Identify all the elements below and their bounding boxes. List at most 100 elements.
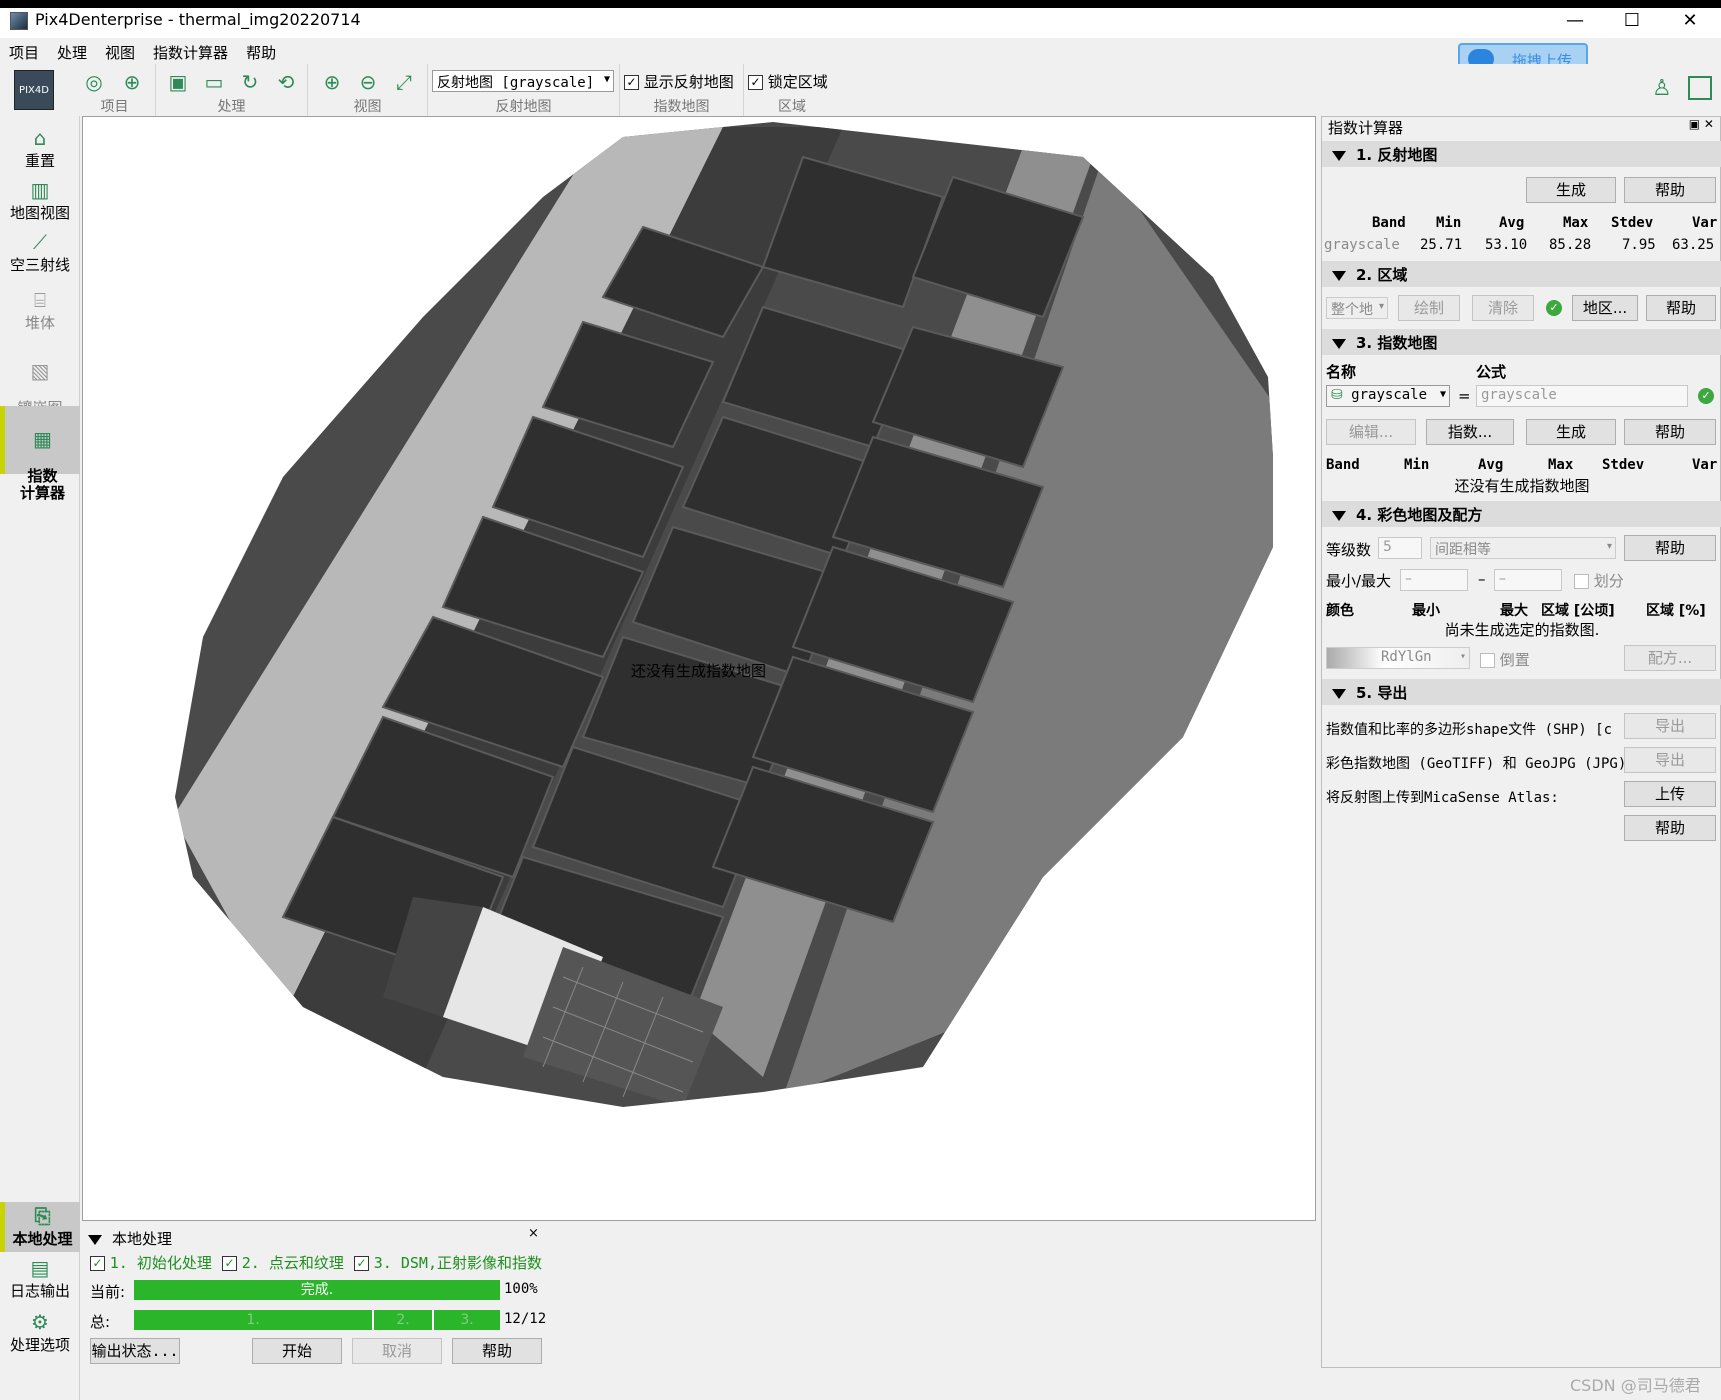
index-name-combo[interactable]: ⛁ grayscale ▼ — [1326, 385, 1450, 407]
index-calculator-panel: 指数计算器 ▣ ✕ 1. 反射地图 生成 帮助 Band Min Avg Max… — [1321, 116, 1721, 1368]
menu-view[interactable]: 视图 — [96, 38, 144, 63]
step-2[interactable]: ✓ 2. 点云和纹理 — [222, 1252, 344, 1273]
sidebar-item-index-calculator[interactable]: ▦ 指数 计算器 — [0, 406, 80, 502]
open-folder-icon[interactable]: ▭ — [202, 70, 226, 94]
colormap-help-button[interactable]: 帮助 — [1624, 535, 1716, 561]
panel-float-close-icons[interactable]: ▣ ✕ — [1689, 117, 1714, 131]
recipe-button[interactable]: 配方... — [1624, 645, 1716, 671]
fit-view-icon[interactable]: ⤢ — [392, 70, 416, 94]
checklist-icon[interactable]: ▣ — [166, 70, 190, 94]
zoom-in-icon[interactable]: ⊕ — [320, 70, 344, 94]
invert-checkbox[interactable] — [1480, 653, 1495, 668]
reprocess-icon[interactable]: ⟲ — [274, 70, 298, 94]
step-3-label: 3. DSM,正射影像和指数 — [373, 1254, 542, 1272]
sidebar-item-map-view[interactable]: ▥ 地图视图 — [0, 178, 80, 228]
palette-combo[interactable]: RdYlGn ▾ — [1326, 647, 1470, 669]
section-index-map[interactable]: 3. 指数地图 — [1322, 329, 1721, 355]
crosshair-icon[interactable]: ⊕ — [120, 70, 144, 94]
total-segment: 3. — [460, 1312, 474, 1328]
start-button[interactable]: 开始 — [252, 1338, 342, 1364]
map-icon: ▥ — [30, 178, 50, 202]
divide-label: 划分 — [1593, 572, 1624, 590]
divide-toggle[interactable]: 划分 — [1574, 570, 1624, 591]
lock-region-label: 锁定区域 — [767, 73, 828, 91]
section-export[interactable]: 5. 导出 — [1322, 679, 1721, 705]
sidebar-item-label: 堆体 — [24, 314, 55, 332]
chevron-down-icon: ▾ — [1378, 301, 1384, 312]
stat-header: Var — [1692, 457, 1718, 473]
show-reflect-toggle[interactable]: ✓ 显示反射地图 — [624, 71, 734, 92]
color-table-header: 颜色 — [1326, 603, 1354, 619]
step-2-checkbox[interactable]: ✓ — [222, 1256, 237, 1271]
refresh-icon[interactable]: ↻ — [238, 70, 262, 94]
index-help-button[interactable]: 帮助 — [1624, 419, 1716, 445]
maximize-button[interactable]: ☐ — [1607, 6, 1657, 36]
app-icon — [10, 12, 28, 30]
section-region[interactable]: 2. 区域 — [1322, 261, 1721, 287]
clear-button[interactable]: 清除 — [1472, 295, 1534, 321]
sidebar-item-local-processing[interactable]: ⎘ 本地处理 — [0, 1202, 80, 1252]
sidebar-item-processing-options[interactable]: ⚙ 处理选项 — [0, 1310, 80, 1360]
min-field[interactable]: – — [1400, 569, 1468, 591]
show-reflect-checkbox[interactable]: ✓ — [624, 75, 639, 90]
cancel-button[interactable]: 取消 — [352, 1338, 442, 1364]
sidebar-item-rays[interactable]: ⟋ 空三射线 — [0, 230, 80, 280]
step-3-checkbox[interactable]: ✓ — [354, 1256, 369, 1271]
sidebar-item-mosaic-editor[interactable]: ▧ 镶嵌图 编辑器 — [0, 342, 80, 434]
lock-region-checkbox[interactable]: ✓ — [748, 75, 763, 90]
close-icon[interactable]: × — [528, 1226, 539, 1241]
region-scope-combo[interactable]: 整个地 ▾ — [1326, 297, 1388, 319]
step-3[interactable]: ✓ 3. DSM,正射影像和指数 — [354, 1252, 542, 1273]
formula-field[interactable]: grayscale — [1476, 385, 1688, 407]
chevron-down-icon: ▼ — [1439, 389, 1446, 400]
minimize-button[interactable]: — — [1550, 6, 1600, 36]
invert-toggle[interactable]: 倒置 — [1480, 649, 1530, 670]
region-help-button[interactable]: 帮助 — [1646, 295, 1716, 321]
export-help-button[interactable]: 帮助 — [1624, 815, 1716, 841]
index-generate-button[interactable]: 生成 — [1526, 419, 1616, 445]
sidebar-item-reset[interactable]: ⌂ 重置 — [0, 126, 80, 176]
menu-process[interactable]: 处理 — [48, 38, 96, 63]
index-button[interactable]: 指数... — [1426, 419, 1514, 445]
region-button[interactable]: 地区... — [1572, 295, 1638, 321]
max-field[interactable]: – — [1494, 569, 1562, 591]
reflect-map-combo[interactable]: 反射地图 [grayscale] ▼ — [432, 70, 614, 92]
processing-header[interactable]: 本地处理 — [88, 1228, 172, 1249]
step-1[interactable]: ✓ 1. 初始化处理 — [90, 1252, 212, 1273]
edit-button[interactable]: 编辑... — [1326, 419, 1416, 445]
menu-index-calculator[interactable]: 指数计算器 — [144, 38, 237, 63]
menu-help[interactable]: 帮助 — [237, 38, 285, 63]
section-color-map[interactable]: 4. 彩色地图及配方 — [1322, 501, 1721, 527]
panel-toggle-icon[interactable] — [1688, 76, 1712, 100]
upload-atlas-label: 将反射图上传到MicaSense Atlas: — [1326, 790, 1559, 806]
export-geotiff-button[interactable]: 导出 — [1624, 747, 1716, 773]
close-button[interactable]: ✕ — [1665, 6, 1715, 36]
map-view[interactable]: 还没有生成指数地图 — [82, 116, 1316, 1221]
section-reflect-map[interactable]: 1. 反射地图 — [1322, 141, 1721, 167]
sidebar-item-volumes[interactable]: ⌸ 堆体 — [0, 288, 80, 338]
divide-checkbox[interactable] — [1574, 574, 1589, 589]
user-icon[interactable]: ♙ — [1652, 76, 1678, 102]
spacing-combo[interactable]: 间距相等 ▾ — [1430, 537, 1616, 559]
section-title: 5. 导出 — [1356, 684, 1408, 702]
levels-spinbox[interactable]: 5 — [1378, 537, 1422, 559]
draw-button[interactable]: 绘制 — [1398, 295, 1460, 321]
zoom-out-icon[interactable]: ⊖ — [356, 70, 380, 94]
processing-help-button[interactable]: 帮助 — [452, 1338, 542, 1364]
output-status-button[interactable]: 输出状态... — [90, 1338, 180, 1364]
total-segment: 2. — [374, 1310, 434, 1330]
step-1-checkbox[interactable]: ✓ — [90, 1256, 105, 1271]
sidebar-item-log-output[interactable]: ▤ 日志输出 — [0, 1256, 80, 1306]
stat-header: Stdev — [1602, 457, 1645, 473]
reflect-generate-button[interactable]: 生成 — [1526, 177, 1616, 203]
lock-region-toggle[interactable]: ✓ 锁定区域 — [748, 71, 828, 92]
menu-project[interactable]: 项目 — [0, 38, 48, 63]
stat-var: 63.25 — [1672, 237, 1715, 253]
name-label: 名称 — [1326, 363, 1357, 381]
reflect-help-button[interactable]: 帮助 — [1624, 177, 1716, 203]
sidebar-item-label: 日志输出 — [9, 1282, 70, 1300]
upload-atlas-button[interactable]: 上传 — [1624, 781, 1716, 807]
export-shp-button[interactable]: 导出 — [1624, 713, 1716, 739]
camera-icon[interactable]: ◎ — [82, 70, 106, 94]
equals-sign: = — [1458, 387, 1471, 405]
